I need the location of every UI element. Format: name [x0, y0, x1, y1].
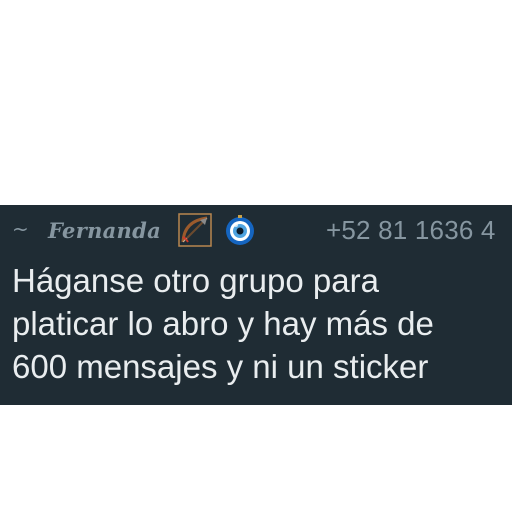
sender-line: ~ Fernanda +52 81 1636 4 — [10, 213, 512, 249]
message-line: platicar lo abro y hay más de — [12, 305, 434, 342]
nazar-amulet-icon — [224, 214, 256, 246]
message-line: Háganse otro grupo para — [12, 262, 379, 299]
message-bubble[interactable]: ~ Fernanda +52 81 1636 4 Háganse otro gr… — [0, 205, 512, 405]
bow-and-arrow-icon — [178, 213, 212, 247]
sender-prefix: ~ — [12, 217, 29, 241]
message-line: 600 mensajes y ni un sticker — [12, 348, 429, 385]
message-text: Háganse otro grupo para platicar lo abro… — [12, 259, 512, 388]
sender-phone: +52 81 1636 4 — [326, 215, 496, 245]
sender-name[interactable]: Fernanda — [48, 218, 161, 243]
